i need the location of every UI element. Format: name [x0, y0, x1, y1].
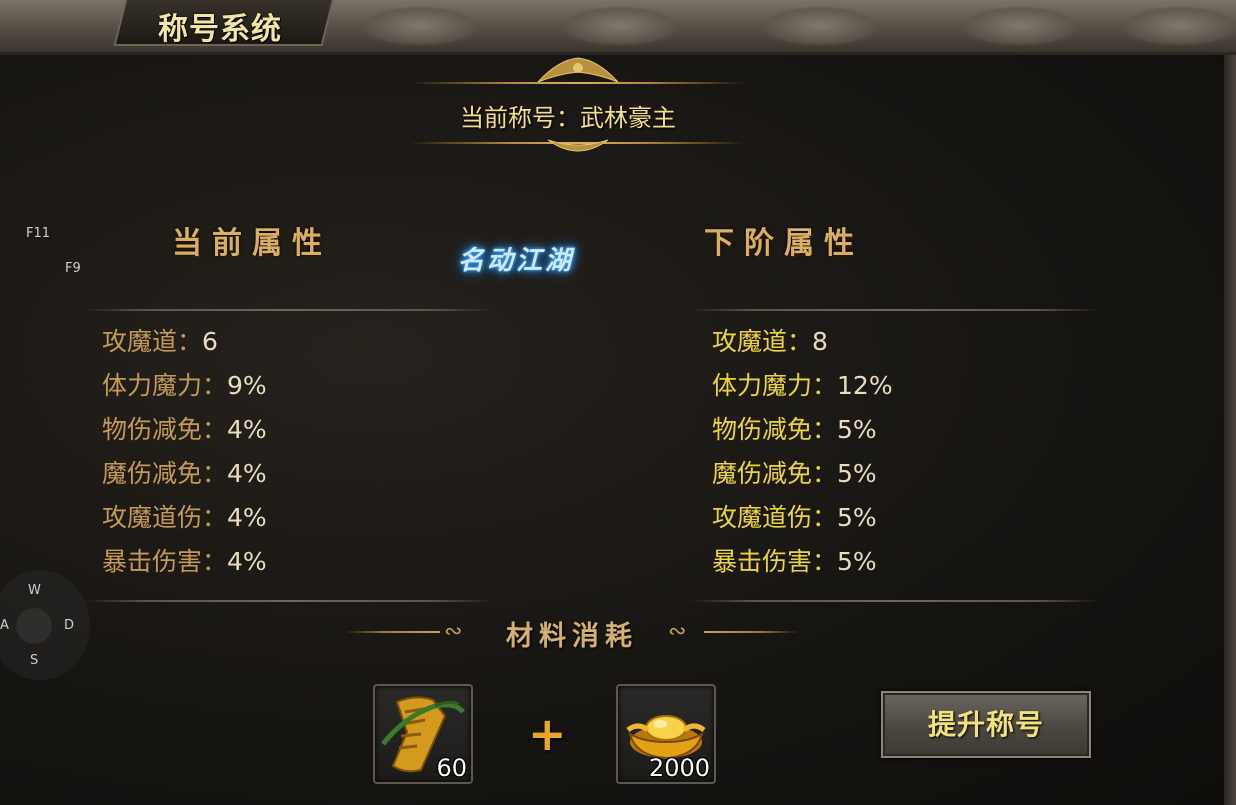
stat-row: 体力魔力：9% — [102, 369, 267, 413]
stat-row: 物伤减免：5% — [712, 413, 893, 457]
joystick-key-w: W — [28, 583, 41, 598]
stat-label: 物伤减免： — [102, 415, 228, 444]
divider — [690, 309, 1100, 311]
stat-label: 体力魔力： — [102, 371, 228, 400]
stat-label: 攻魔道伤： — [102, 503, 228, 532]
joystick-knob[interactable] — [16, 608, 52, 644]
material-slot-gold[interactable]: 2000 — [616, 684, 716, 784]
stat-label: 魔伤减免： — [102, 459, 228, 488]
stat-value: 6 — [202, 327, 218, 356]
item-count: 2000 — [648, 754, 710, 782]
stat-value: 4% — [227, 547, 267, 576]
swirl-ornament-icon: ∾ — [444, 619, 463, 644]
stat-row: 暴击伤害：4% — [102, 545, 267, 589]
stat-value: 12% — [837, 371, 893, 400]
stat-label: 暴击伤害： — [712, 547, 838, 576]
stat-label: 物伤减免： — [712, 415, 838, 444]
stat-value: 5% — [837, 459, 877, 488]
next-attributes-header: 下阶属性 — [704, 226, 864, 261]
stat-row: 物伤减免：4% — [102, 413, 267, 457]
stat-row: 攻魔道：6 — [102, 325, 267, 369]
stat-value: 4% — [227, 503, 267, 532]
stat-value: 5% — [837, 547, 877, 576]
stat-row: 攻魔道伤：4% — [102, 501, 267, 545]
ornament — [960, 6, 1080, 46]
stat-value: 8 — [812, 327, 828, 356]
current-attributes-header: 当前属性 — [172, 226, 332, 261]
stat-label: 魔伤减免： — [712, 459, 838, 488]
stat-row: 魔伤减免：4% — [102, 457, 267, 501]
stat-row: 攻魔道伤：5% — [712, 501, 893, 545]
current-stats-list: 攻魔道：6 体力魔力：9% 物伤减免：4% 魔伤减免：4% 攻魔道伤：4% 暴击… — [102, 325, 267, 589]
stat-label: 体力魔力： — [712, 371, 838, 400]
ornament — [360, 6, 480, 46]
divider — [690, 600, 1100, 602]
materials-title: 材料消耗 — [506, 621, 638, 652]
joystick-key-s: S — [30, 653, 39, 668]
stat-value: 9% — [227, 371, 267, 400]
material-line-right — [704, 631, 798, 633]
current-title: 当前称号：武林豪主 — [460, 104, 676, 132]
ornament — [760, 6, 880, 46]
stat-label: 暴击伤害： — [102, 547, 228, 576]
crest-bottom-icon — [547, 139, 609, 152]
stat-row: 攻魔道：8 — [712, 325, 893, 369]
stat-value: 5% — [837, 415, 877, 444]
stat-row: 体力魔力：12% — [712, 369, 893, 413]
plus-icon: + — [528, 707, 567, 761]
joystick-key-a: A — [0, 618, 9, 633]
swirl-ornament-icon: ∾ — [668, 619, 687, 644]
stat-label: 攻魔道： — [712, 327, 813, 356]
stat-value: 5% — [837, 503, 877, 532]
material-slot-scroll[interactable]: 60 — [373, 684, 473, 784]
divider — [84, 309, 494, 311]
ornament — [560, 6, 680, 46]
panel-frame — [1224, 55, 1236, 805]
window-title: 称号系统 — [158, 12, 282, 47]
crest-top-icon — [537, 57, 619, 83]
stat-row: 暴击伤害：5% — [712, 545, 893, 589]
stat-value: 4% — [227, 459, 267, 488]
hotkey-f11[interactable]: F11 — [26, 226, 50, 241]
material-line-left — [346, 631, 440, 633]
joystick-key-d: D — [64, 618, 75, 633]
upgrade-title-button[interactable]: 提升称号 — [881, 691, 1091, 758]
rank-badge: 名动江湖 — [458, 246, 575, 276]
stat-row: 魔伤减免：5% — [712, 457, 893, 501]
hotkey-f9[interactable]: F9 — [65, 261, 81, 276]
stat-label: 攻魔道伤： — [712, 503, 838, 532]
next-stats-list: 攻魔道：8 体力魔力：12% 物伤减免：5% 魔伤减免：5% 攻魔道伤：5% 暴… — [712, 325, 893, 589]
ornament — [1120, 6, 1236, 46]
stat-label: 攻魔道： — [102, 327, 203, 356]
item-count: 60 — [436, 754, 467, 782]
stat-value: 4% — [227, 415, 267, 444]
divider — [84, 600, 494, 602]
